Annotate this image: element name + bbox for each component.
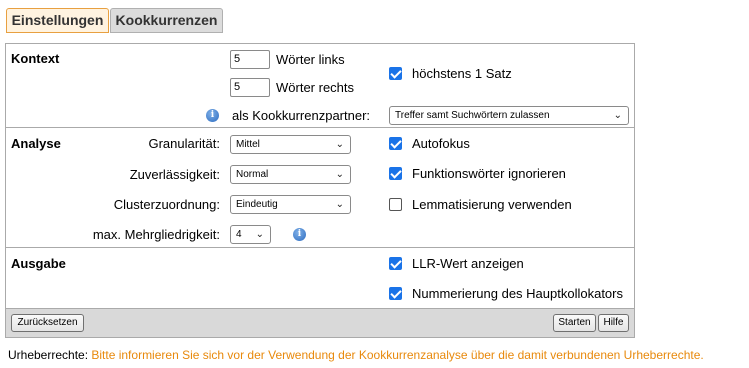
section-title-ausgabe: Ausgabe [11,256,66,271]
granularity-select[interactable]: Mittel ⌄ [230,135,351,154]
reliability-select[interactable]: Normal ⌄ [230,165,351,184]
cluster-value: Eindeutig [236,199,278,210]
numbering-label: Nummerierung des Hauptkollokators [412,286,623,301]
autofocus-checkbox[interactable] [389,137,402,150]
multiword-value: 4 [236,229,242,240]
chevron-down-icon: ⌄ [335,199,344,210]
function-words-label: Funktionswörter ignorieren [412,166,566,181]
granularity-value: Mittel [236,139,260,150]
copyright-prefix: Urheberrechte: [8,348,92,362]
start-button[interactable]: Starten [553,314,596,332]
section-title-analyse: Analyse [11,136,61,151]
cluster-select[interactable]: Eindeutig ⌄ [230,195,351,214]
lemmatize-label: Lemmatisierung verwenden [412,197,572,212]
divider [6,127,634,128]
copyright-note: Urheberrechte: Bitte informieren Sie sic… [8,348,704,362]
tab-kookkurrenzen[interactable]: Kookkurrenzen [110,8,223,33]
section-title-kontext: Kontext [11,51,60,66]
words-right-label: Wörter rechts [276,80,355,95]
panel-footer: Zurücksetzen Starten Hilfe [6,308,634,337]
info-icon[interactable]: i [293,228,306,241]
settings-panel: Kontext 5 Wörter links 5 Wörter rechts h… [5,43,635,338]
partner-label: als Kookkurrenzpartner: [232,108,371,123]
max-one-sentence-checkbox[interactable] [389,67,402,80]
llr-checkbox[interactable] [389,257,402,270]
granularity-label: Granularität: [148,136,220,151]
chevron-down-icon: ⌄ [255,229,264,240]
multiword-select[interactable]: 4 ⌄ [230,225,271,244]
reliability-value: Normal [236,169,269,180]
words-left-label: Wörter links [276,52,345,67]
help-button[interactable]: Hilfe [598,314,629,332]
words-right-input[interactable]: 5 [230,78,270,97]
copyright-link[interactable]: Bitte informieren Sie sich vor der Verwe… [91,348,703,362]
lemmatize-checkbox[interactable] [389,198,402,211]
partner-select[interactable]: Treffer samt Suchwörtern zulassen ⌄ [389,106,629,125]
llr-label: LLR-Wert anzeigen [412,256,524,271]
tab-einstellungen[interactable]: Einstellungen [6,8,109,33]
autofocus-label: Autofokus [412,136,470,151]
words-left-input[interactable]: 5 [230,50,270,69]
multiword-label: max. Mehrgliedrigkeit: [92,227,220,242]
partner-select-value: Treffer samt Suchwörtern zulassen [395,110,550,121]
cluster-label: Clusterzuordnung: [113,197,220,212]
chevron-down-icon: ⌄ [335,169,344,180]
max-one-sentence-label: höchstens 1 Satz [412,66,512,81]
chevron-down-icon: ⌄ [613,110,622,121]
reset-button[interactable]: Zurücksetzen [11,314,84,332]
info-icon[interactable]: i [206,109,219,122]
numbering-checkbox[interactable] [389,287,402,300]
chevron-down-icon: ⌄ [335,139,344,150]
reliability-label: Zuverlässigkeit: [129,167,220,182]
divider [6,247,634,248]
function-words-checkbox[interactable] [389,167,402,180]
